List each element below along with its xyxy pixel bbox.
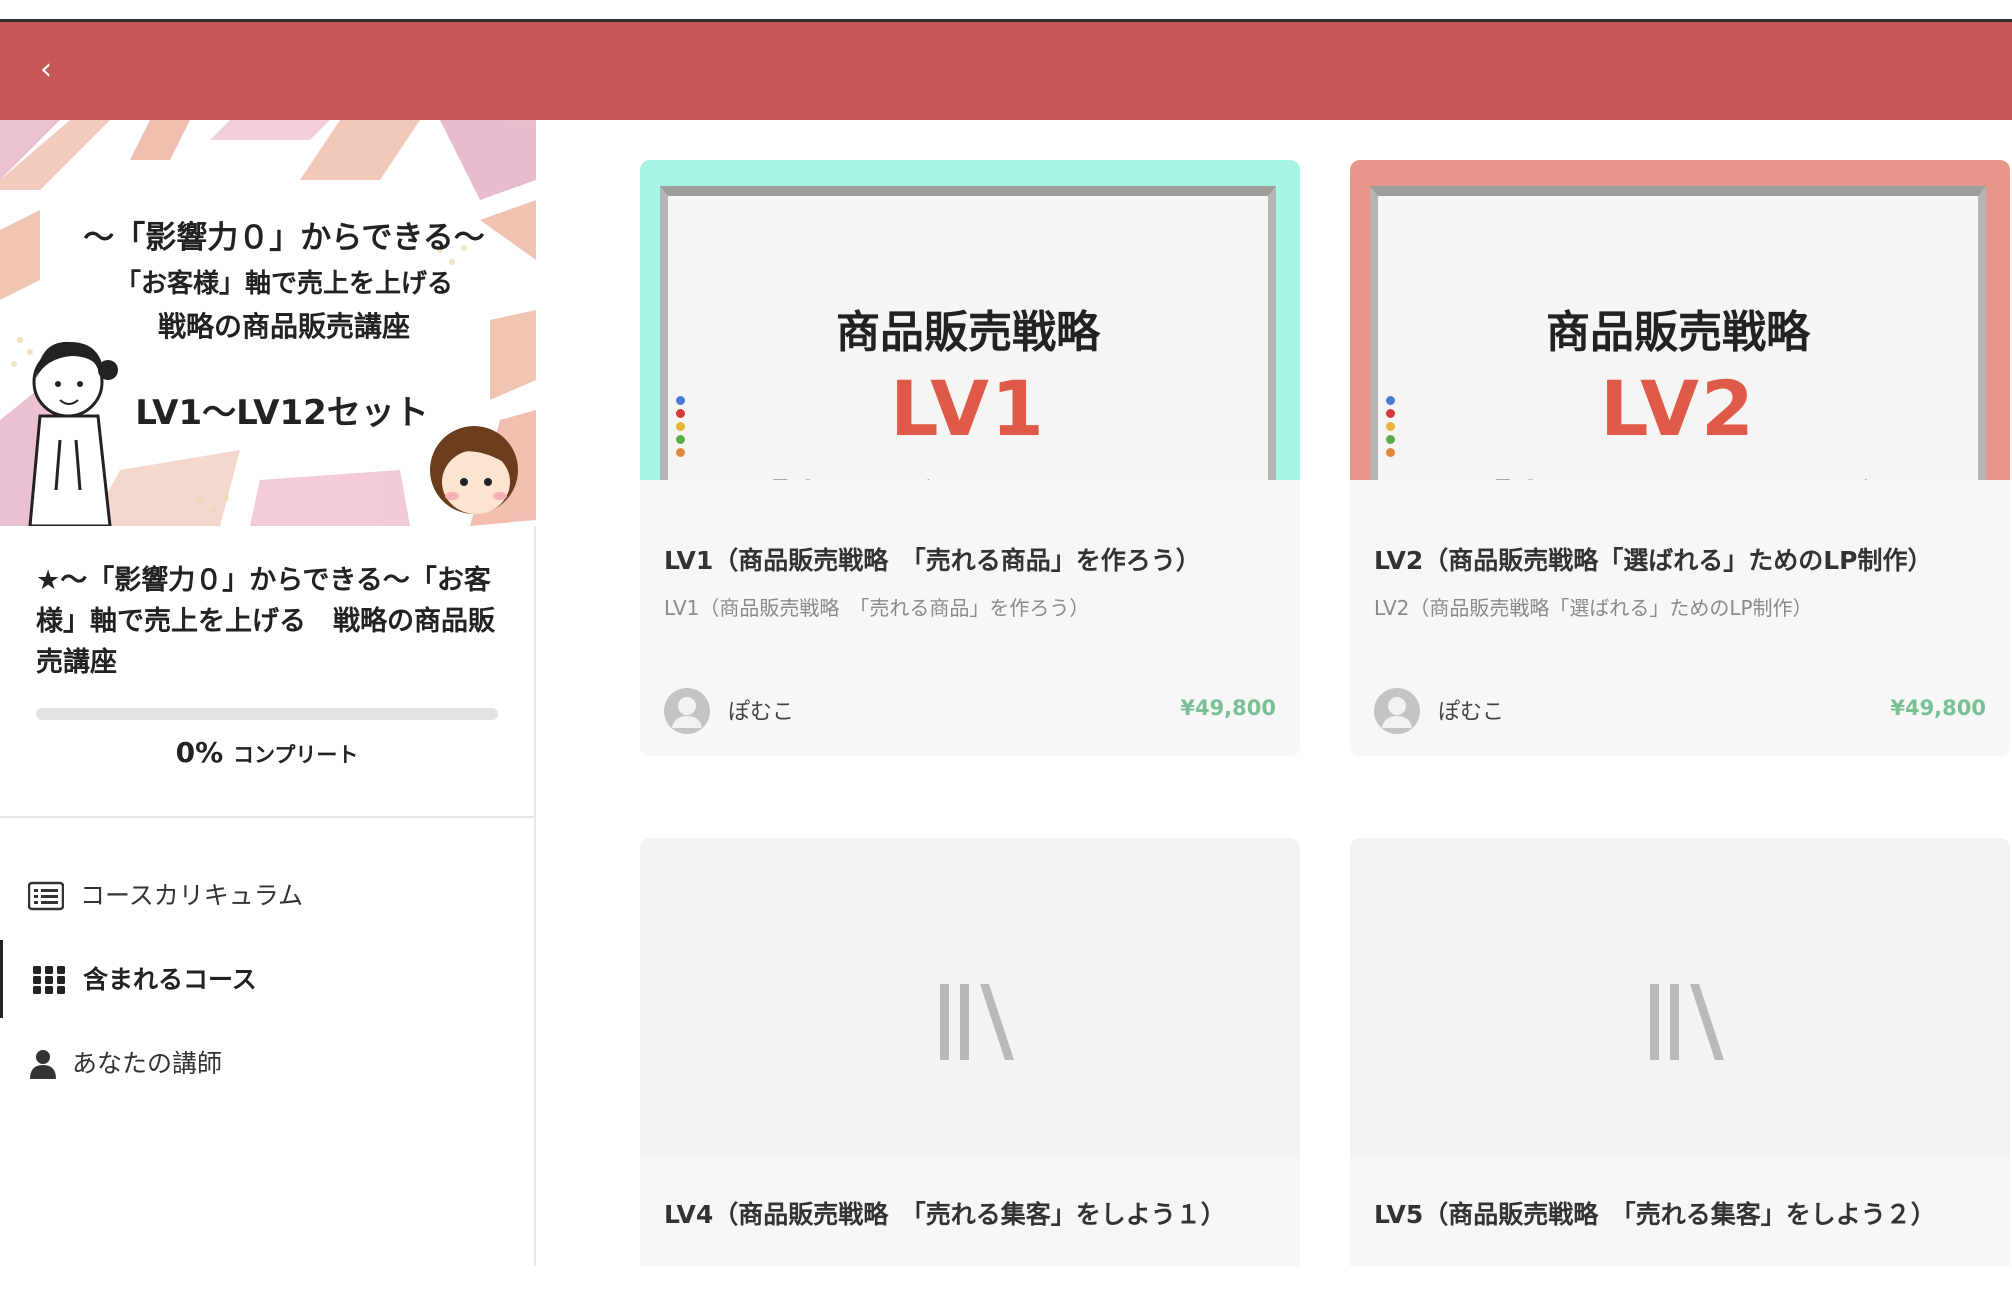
thumbnail-heading: 商品販売戦略 bbox=[836, 307, 1100, 358]
course-thumbnail: 商品販売戦略 LV2 「売れるLP」の作り方 bbox=[1350, 160, 2010, 480]
course-card-title: LV4（商品販売戦略 「売れる集客」をしよう１） bbox=[664, 1200, 1226, 1229]
course-card-subtitle: LV1（商品販売戦略 「売れる商品」を作ろう） bbox=[664, 596, 1090, 620]
course-thumbnail-placeholder bbox=[1350, 838, 2010, 1158]
sidebar-item-included-courses[interactable]: 含まれるコース bbox=[0, 940, 534, 1018]
person-icon bbox=[30, 1050, 56, 1079]
progress-label: 0% コンプリート bbox=[0, 736, 534, 769]
thumbnail-heading: 商品販売戦略 bbox=[1546, 307, 1810, 358]
sidebar-divider bbox=[0, 816, 534, 818]
banner-artwork: 〜「影響力０」からできる〜 「お客様」軸で売上を上げる 戦略の商品販売講座 LV… bbox=[0, 120, 536, 526]
sidebar-item-curriculum[interactable]: コースカリキュラム bbox=[0, 856, 534, 934]
progress-bar bbox=[36, 708, 498, 720]
default-avatar-icon bbox=[1374, 688, 1420, 734]
course-banner: 〜「影響力０」からできる〜 「お客様」軸で売上を上げる 戦略の商品販売講座 LV… bbox=[0, 120, 536, 526]
course-card-lv2[interactable]: 商品販売戦略 LV2 「売れるLP」の作り方 LV2（商品販売戦略「選ばれる」た… bbox=[1350, 160, 2010, 756]
course-price: ¥49,800 bbox=[1180, 696, 1276, 720]
course-card-title: LV2（商品販売戦略「選ばれる」ためのLP制作） bbox=[1374, 546, 1933, 575]
avatar bbox=[1374, 688, 1420, 734]
chevron-left-icon[interactable]: ‹ bbox=[26, 50, 66, 90]
thumbnail-level: LV1 bbox=[890, 364, 1046, 453]
course-thumbnail: 商品販売戦略 LV1 「売れる商品」を作ろう bbox=[640, 160, 1300, 480]
grid-icon bbox=[33, 966, 65, 994]
sidebar: 〜「影響力０」からできる〜 「お客様」軸で売上を上げる 戦略の商品販売講座 LV… bbox=[0, 120, 536, 1266]
banner-line3: 戦略の商品販売講座 bbox=[158, 310, 410, 343]
thumbnail-board: 商品販売戦略 LV1 「売れる商品」を作ろう bbox=[660, 186, 1276, 480]
avatar bbox=[664, 688, 710, 734]
window-top-edge bbox=[0, 0, 2012, 22]
course-card-title: LV1（商品販売戦略 「売れる商品」を作ろう） bbox=[664, 546, 1201, 575]
app-header: ‹ bbox=[0, 22, 2012, 120]
thumbnail-board: 商品販売戦略 LV2 「売れるLP」の作り方 bbox=[1370, 186, 1986, 480]
course-card-lv1[interactable]: 商品販売戦略 LV1 「売れる商品」を作ろう LV1（商品販売戦略 「売れる商品… bbox=[640, 160, 1300, 756]
banner-line2: 「お客様」軸で売上を上げる bbox=[115, 268, 453, 299]
course-card-lv4[interactable]: LV4（商品販売戦略 「売れる集客」をしよう１） bbox=[640, 838, 1300, 1266]
banner-line4: LV1〜LV12セット bbox=[135, 393, 429, 433]
banner-girl-illustration bbox=[430, 426, 518, 514]
course-card-subtitle: LV2（商品販売戦略「選ばれる」ためのLP制作） bbox=[1374, 596, 1813, 620]
library-icon bbox=[940, 984, 1014, 1060]
progress-suffix: コンプリート bbox=[232, 743, 359, 767]
included-courses-grid: 商品販売戦略 LV1 「売れる商品」を作ろう LV1（商品販売戦略 「売れる商品… bbox=[536, 120, 2012, 1266]
course-card-title: LV5（商品販売戦略 「売れる集客」をしよう２） bbox=[1374, 1200, 1936, 1229]
course-card-lv5[interactable]: LV5（商品販売戦略 「売れる集客」をしよう２） bbox=[1350, 838, 2010, 1266]
sidebar-item-instructor[interactable]: あなたの講師 bbox=[0, 1024, 534, 1102]
curriculum-list-icon bbox=[28, 881, 64, 911]
course-thumbnail-placeholder bbox=[640, 838, 1300, 1158]
sidebar-item-label: 含まれるコース bbox=[83, 965, 257, 994]
thumbnail-subtext: 「売れるLP」の作り方 bbox=[1378, 468, 1978, 480]
sidebar-item-label: あなたの講師 bbox=[72, 1049, 223, 1078]
library-icon bbox=[1650, 984, 1724, 1060]
course-price: ¥49,800 bbox=[1890, 696, 1986, 720]
sidebar-item-label: コースカリキュラム bbox=[80, 881, 304, 910]
thumbnail-level: LV2 bbox=[1600, 364, 1756, 453]
progress-percent: 0% bbox=[175, 736, 224, 769]
instructor-name: ぽむこ bbox=[728, 700, 795, 725]
course-title: ★〜「影響力０」からできる〜「お客様」軸で売上を上げる 戦略の商品販売講座 bbox=[36, 565, 495, 678]
default-avatar-icon bbox=[664, 688, 710, 734]
thumbnail-subtext: 「売れる商品」を作ろう bbox=[668, 468, 1268, 480]
banner-line1: 〜「影響力０」からできる〜 bbox=[83, 220, 484, 256]
instructor-name: ぽむこ bbox=[1438, 700, 1505, 725]
